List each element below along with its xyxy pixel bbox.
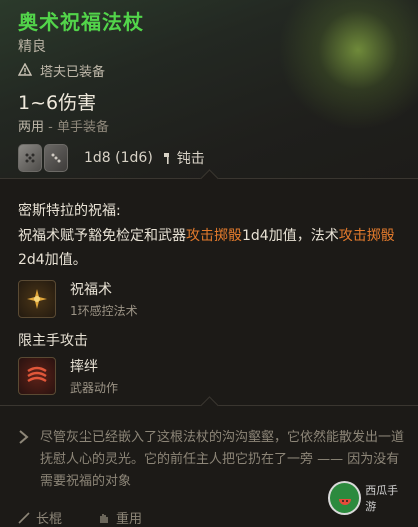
- site-watermark: 西瓜手游: [328, 478, 408, 518]
- d6-die-icon: [44, 144, 68, 172]
- damage-range: 1~6伤害: [18, 92, 97, 114]
- hand-icon: [100, 513, 108, 523]
- divider-notch-2: [200, 396, 219, 415]
- warning-icon: [18, 63, 32, 76]
- tag-quarterstaff-label: 长棍: [36, 512, 63, 527]
- mainhand-attack-label: 限主手攻击: [18, 333, 88, 349]
- handedness-label: 两用: [18, 120, 45, 135]
- blessing-highlight-2: 攻击掷骰: [338, 228, 395, 244]
- equipped-status: 塔夫已装备: [18, 60, 105, 80]
- spell-bless-text: 祝福术 1环感控法术: [70, 279, 138, 319]
- damage-type-text: 钝击: [176, 151, 205, 167]
- watermark-text: 西瓜手游: [365, 484, 399, 513]
- blessing-text-b: 1d4加值，法术: [242, 228, 339, 244]
- action-topple[interactable]: 摔绊 武器动作: [18, 355, 118, 397]
- blessing-text-a: 祝福术赋予豁免检定和武器: [18, 228, 186, 244]
- damage-dice: 1d8 (1d6) 钝击: [18, 142, 205, 174]
- bludgeoning-type: 钝击: [161, 148, 205, 168]
- bless-icon: [18, 280, 56, 318]
- tag-versatile-label: 重用: [116, 512, 143, 527]
- item-rarity: 精良: [18, 39, 46, 55]
- action-topple-text: 摔绊 武器动作: [70, 356, 118, 396]
- spell-bless[interactable]: 祝福术 1环感控法术: [18, 278, 138, 320]
- blessing-description: 祝福术赋予豁免检定和武器攻击掷骰1d4加值，法术攻击掷骰2d4加值。: [18, 224, 398, 272]
- action-name: 摔绊: [70, 359, 98, 375]
- dice-formula: 1d8 (1d6) 钝击: [84, 148, 205, 168]
- tag-versatile: 重用: [98, 508, 160, 527]
- equipped-by-text: 塔夫已装备: [40, 64, 106, 80]
- dice-formula-text: 1d8 (1d6): [84, 150, 153, 166]
- blessing-text-c: 2d4加值。: [18, 252, 87, 268]
- item-tags: 长棍 重用: [18, 508, 178, 527]
- d8-die-icon: [18, 144, 42, 172]
- corner-glow: [278, 0, 418, 130]
- staff-icon: [18, 511, 30, 524]
- spell-name: 祝福术: [70, 282, 112, 298]
- topple-icon: [18, 357, 56, 395]
- spell-sub: 1环感控法术: [70, 304, 138, 318]
- blessing-highlight-1: 攻击掷骰: [186, 228, 242, 244]
- tag-quarterstaff: 长棍: [18, 508, 80, 527]
- item-name: 奥术祝福法杖: [18, 10, 144, 34]
- hammer-icon: [163, 153, 169, 164]
- handedness-sub: - 单手装备: [48, 120, 109, 135]
- blessing-title: 密斯特拉的祝福:: [18, 203, 121, 219]
- watermark-logo: [328, 481, 362, 515]
- quote-icon: [19, 430, 29, 444]
- action-sub: 武器动作: [70, 381, 119, 395]
- handedness: 两用 - 单手装备: [18, 116, 109, 135]
